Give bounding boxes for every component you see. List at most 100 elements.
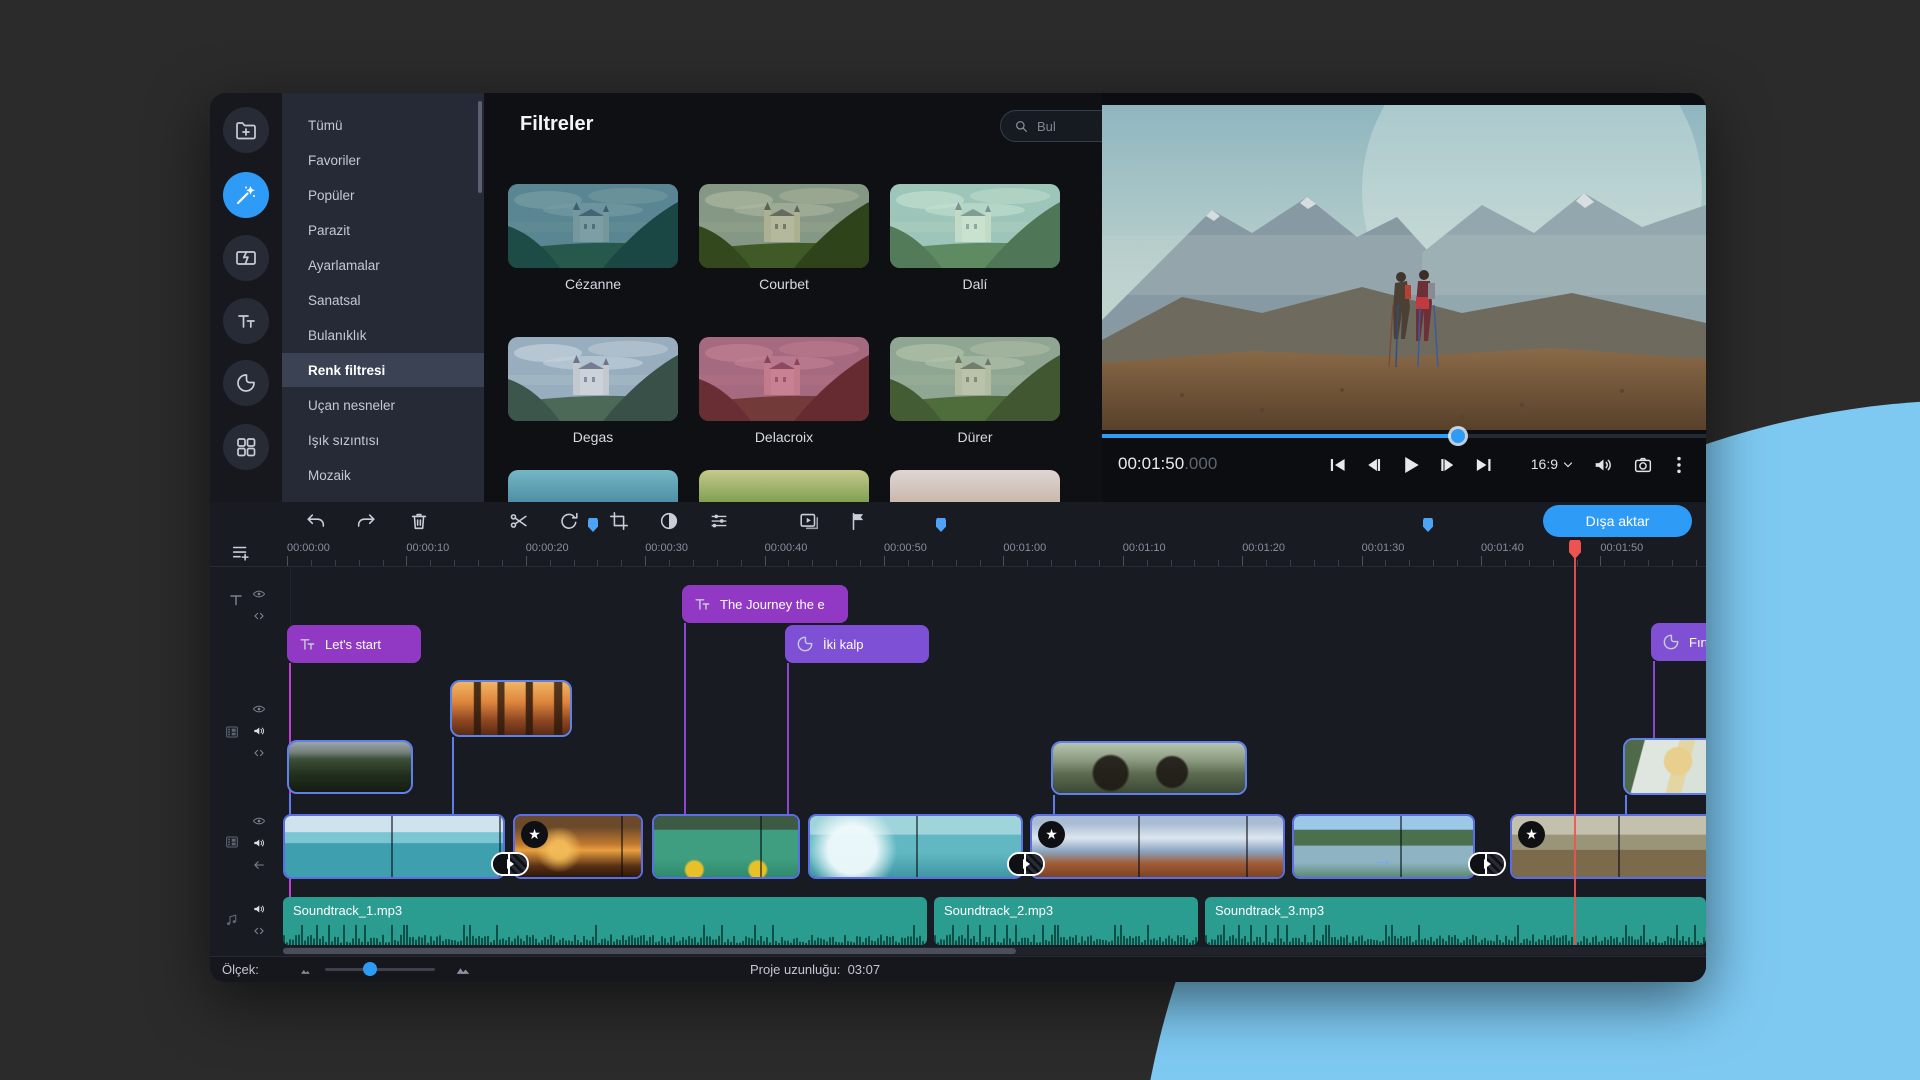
pip-icon[interactable] xyxy=(798,510,820,532)
preview-frame xyxy=(1102,105,1706,430)
filter-thumbnail[interactable] xyxy=(508,184,678,268)
category-10[interactable]: Işık sızıntısı xyxy=(282,423,484,457)
filter-card[interactable]: Delacroix xyxy=(699,337,869,445)
clip-hikers[interactable]: ★ xyxy=(1510,814,1706,879)
filter-card[interactable]: Dürer xyxy=(890,337,1060,445)
scale-slider[interactable] xyxy=(325,968,435,971)
filter-thumbnail[interactable] xyxy=(508,337,678,421)
title-clip[interactable]: Let's start xyxy=(287,625,421,663)
category-9[interactable]: Uçan nesneler xyxy=(282,388,484,422)
more-options-icon[interactable] xyxy=(1668,454,1690,476)
scale-knob[interactable] xyxy=(363,962,377,976)
category-2[interactable]: Favoriler xyxy=(282,143,484,177)
tool-import-media[interactable] xyxy=(223,107,269,153)
flag-icon[interactable] xyxy=(848,510,870,532)
clip-surf[interactable] xyxy=(808,814,1023,879)
overlay-mountains[interactable] xyxy=(287,740,413,794)
transition-pill[interactable] xyxy=(1007,852,1045,876)
hscroll-thumb[interactable] xyxy=(283,948,1016,954)
link-icon[interactable] xyxy=(252,609,266,623)
filter-thumbnail-partial[interactable] xyxy=(508,470,678,502)
audio-clip[interactable]: Soundtrack_2.mp3 xyxy=(934,897,1198,945)
redo-icon[interactable] xyxy=(355,510,377,532)
zoom-out-icon[interactable] xyxy=(298,964,314,977)
tool-transitions[interactable] xyxy=(223,235,269,281)
filter-thumbnail[interactable] xyxy=(890,337,1060,421)
category-5[interactable]: Ayarlamalar xyxy=(282,248,484,282)
clip-sailboat[interactable]: ★ xyxy=(513,814,643,879)
zoom-in-icon[interactable] xyxy=(453,962,473,977)
clip-lake[interactable]: → xyxy=(1292,814,1475,879)
link-icon[interactable] xyxy=(252,746,266,760)
speaker-icon[interactable] xyxy=(252,836,266,850)
volume-icon[interactable] xyxy=(1592,454,1614,476)
category-6[interactable]: Sanatsal xyxy=(282,283,484,317)
timeline-hscrollbar[interactable] xyxy=(283,947,1706,955)
filter-thumbnail[interactable] xyxy=(699,337,869,421)
ruler-tick xyxy=(621,560,622,566)
seek-bar[interactable] xyxy=(1102,434,1706,438)
filter-thumbnail[interactable] xyxy=(699,184,869,268)
title-clip[interactable]: Fırtına xyxy=(1651,623,1706,661)
snapshot-icon[interactable] xyxy=(1632,454,1654,476)
speaker-icon[interactable] xyxy=(252,724,266,738)
category-1[interactable]: Tümü xyxy=(282,108,484,142)
tool-titles[interactable] xyxy=(223,298,269,344)
filter-thumbnail[interactable] xyxy=(890,184,1060,268)
skip-end-icon[interactable] xyxy=(1473,454,1495,476)
undo-icon[interactable] xyxy=(305,510,327,532)
category-4[interactable]: Parazit xyxy=(282,213,484,247)
category-11[interactable]: Mozaik xyxy=(282,458,484,492)
time-ruler[interactable]: 00:00:0000:00:1000:00:2000:00:3000:00:40… xyxy=(210,540,1706,567)
frame-back-icon[interactable] xyxy=(1363,454,1385,476)
scissors-icon[interactable] xyxy=(508,510,530,532)
crop-icon[interactable] xyxy=(608,510,630,532)
audio-clip[interactable]: Soundtrack_1.mp3 xyxy=(283,897,927,945)
title-clip[interactable]: The Journey the e xyxy=(682,585,848,623)
aspect-ratio-select[interactable]: 16:9 xyxy=(1531,456,1574,472)
audio-clip[interactable]: Soundtrack_3.mp3 xyxy=(1205,897,1706,945)
clip-lagoon[interactable] xyxy=(283,814,505,879)
title-clip[interactable]: İki kalp xyxy=(785,625,929,663)
play-icon[interactable] xyxy=(1399,453,1423,477)
trash-icon[interactable] xyxy=(408,510,430,532)
transition-pill[interactable] xyxy=(1468,852,1506,876)
ruler-label: 00:01:00 xyxy=(1003,542,1046,554)
transition-pill[interactable] xyxy=(491,852,529,876)
overlay-people-sunset[interactable] xyxy=(450,680,572,737)
eye-icon[interactable] xyxy=(252,702,266,716)
category-3[interactable]: Popüler xyxy=(282,178,484,212)
export-button[interactable]: Dışa aktar xyxy=(1543,505,1692,537)
overlay-selfie[interactable] xyxy=(1623,738,1706,795)
eye-icon[interactable] xyxy=(252,814,266,828)
tool-stickers[interactable] xyxy=(223,360,269,406)
tool-filters[interactable] xyxy=(223,172,269,218)
eye-icon[interactable] xyxy=(252,587,266,601)
add-track-icon[interactable] xyxy=(230,542,252,564)
skip-start-icon[interactable] xyxy=(1327,454,1349,476)
filter-name: Courbet xyxy=(699,276,869,292)
link-icon[interactable] xyxy=(252,924,266,938)
filter-card[interactable]: Dalí xyxy=(890,184,1060,292)
clip-clouds[interactable]: ★ xyxy=(1030,814,1285,879)
speaker-icon[interactable] xyxy=(252,902,266,916)
clip-label: Fırtına xyxy=(1689,635,1706,650)
arrow-left-icon[interactable] xyxy=(252,858,266,872)
sliders-icon[interactable] xyxy=(708,510,730,532)
contrast-icon[interactable] xyxy=(658,510,680,532)
filter-thumbnail-partial[interactable] xyxy=(890,470,1060,502)
titles-icon xyxy=(692,594,712,614)
clip-kayak[interactable] xyxy=(652,814,800,879)
ruler-tick xyxy=(597,560,598,566)
filter-thumbnail-partial[interactable] xyxy=(699,470,869,502)
frame-forward-icon[interactable] xyxy=(1437,454,1459,476)
filter-card[interactable]: Courbet xyxy=(699,184,869,292)
rotate-icon[interactable] xyxy=(558,510,580,532)
overlay-bikers[interactable] xyxy=(1051,741,1247,795)
category-7[interactable]: Bulanıklık xyxy=(282,318,484,352)
seek-handle[interactable] xyxy=(1451,429,1465,443)
category-8[interactable]: Renk filtresi xyxy=(282,353,484,387)
filter-card[interactable]: Cézanne xyxy=(508,184,678,292)
filter-card[interactable]: Degas xyxy=(508,337,678,445)
tool-more-tools[interactable] xyxy=(223,424,269,470)
